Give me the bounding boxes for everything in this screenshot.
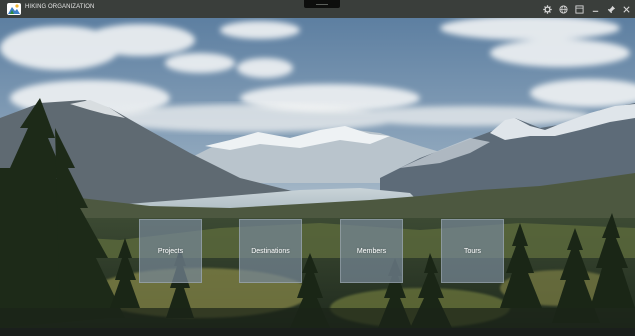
bottom-bar (0, 328, 635, 336)
tours-tile[interactable]: Tours (441, 219, 504, 283)
projects-tile[interactable]: Projects (139, 219, 202, 283)
title-bar: HIKING ORGANIZATION (0, 0, 635, 18)
destinations-tile-label: Destinations (251, 247, 290, 255)
app-logo-icon (7, 3, 21, 15)
window-icon (574, 4, 584, 14)
landscape-background-image (0, 18, 635, 328)
minimize-icon (592, 10, 598, 12)
minimize-button[interactable] (590, 4, 600, 14)
app-title: HIKING ORGANIZATION (25, 4, 95, 10)
language-button[interactable] (558, 4, 568, 14)
pin-icon (607, 5, 615, 13)
members-tile-label: Members (356, 247, 387, 255)
gear-icon (542, 4, 552, 14)
members-tile[interactable]: Members (340, 219, 403, 283)
globe-icon (558, 4, 568, 14)
drag-handle[interactable] (304, 0, 340, 8)
layout-button[interactable] (574, 4, 584, 14)
close-button[interactable] (621, 4, 631, 14)
destinations-tile[interactable]: Destinations (239, 219, 302, 283)
pin-button[interactable] (606, 4, 616, 14)
tours-tile-label: Tours (463, 247, 482, 255)
projects-tile-label: Projects (157, 247, 184, 255)
close-icon (622, 5, 630, 13)
settings-button[interactable] (542, 4, 552, 14)
